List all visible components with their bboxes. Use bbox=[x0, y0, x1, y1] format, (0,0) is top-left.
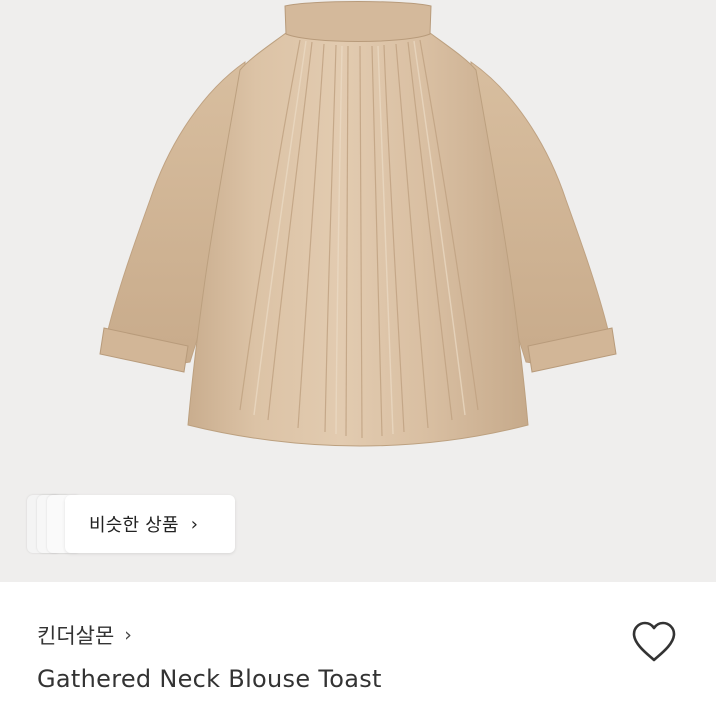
product-detail-page: 비슷한 상품 › 킨더살몬 › Gathered Neck Blouse Toa… bbox=[0, 0, 716, 716]
store-link[interactable]: 킨더살몬 › bbox=[37, 620, 132, 650]
product-info: 킨더살몬 › Gathered Neck Blouse Toast bbox=[0, 582, 716, 716]
similar-products-button[interactable]: 비슷한 상품 › bbox=[27, 495, 235, 553]
store-name: 킨더살몬 bbox=[37, 624, 115, 648]
similar-products-label: 비슷한 상품 bbox=[89, 515, 179, 536]
product-image-area[interactable]: 비슷한 상품 › bbox=[0, 0, 716, 582]
heart-outline-icon bbox=[632, 621, 676, 662]
chevron-right-icon: › bbox=[190, 513, 198, 535]
wishlist-button[interactable] bbox=[630, 620, 678, 664]
product-title: Gathered Neck Blouse Toast bbox=[37, 665, 382, 693]
similar-products-chip[interactable]: 비슷한 상품 › bbox=[65, 495, 235, 553]
chevron-right-icon: › bbox=[124, 624, 132, 646]
